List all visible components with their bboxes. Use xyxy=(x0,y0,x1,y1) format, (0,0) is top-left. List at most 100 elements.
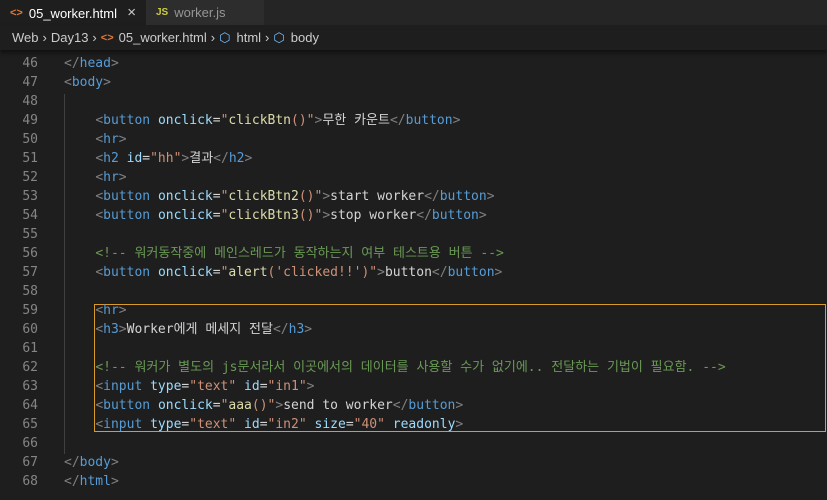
code-line[interactable]: 56 <!-- 워커동작중에 메인스레드가 동작하는지 여부 테스트용 버튼 -… xyxy=(0,244,827,263)
code-token: > xyxy=(275,398,284,413)
code-line[interactable]: 57 <button onclick="alert('clicked!!')">… xyxy=(0,263,827,282)
breadcrumb-item-html[interactable]: html xyxy=(236,30,261,45)
code-line[interactable]: 48 xyxy=(0,92,827,111)
tab-worker-js[interactable]: JS worker.js xyxy=(146,0,264,25)
code-token: > xyxy=(486,189,495,204)
code-token: button xyxy=(408,398,456,413)
code-line[interactable]: 58 xyxy=(0,282,827,301)
code-line[interactable]: 49 <button onclick="clickBtn()">무한 카운트</… xyxy=(0,111,827,130)
chevron-right-icon: › xyxy=(265,30,270,45)
code-text: <!-- 워커동작중에 메인스레드가 동작하는지 여부 테스트용 버튼 --> xyxy=(64,244,504,263)
code-line[interactable]: 46 </head> xyxy=(0,54,827,73)
code-token: > xyxy=(455,417,464,432)
code-line[interactable]: 50 <hr> xyxy=(0,130,827,149)
code-token: > xyxy=(110,455,119,470)
code-text: <button onclick="aaa()">send to worker</… xyxy=(64,396,463,415)
code-text: <!-- 워커가 별도의 js문서라서 이곳에서의 데이터를 사용할 수가 없기… xyxy=(64,358,726,377)
code-line[interactable]: 60 <h3>Worker에게 메세지 전달</h3> xyxy=(0,320,827,339)
code-token: body xyxy=(79,455,111,470)
code-token: ()" xyxy=(298,208,323,223)
code-token: input xyxy=(103,417,143,432)
line-number: 63 xyxy=(22,379,38,394)
code-line[interactable]: 61 xyxy=(0,339,827,358)
breadcrumb-item-body[interactable]: body xyxy=(291,30,319,45)
code-token: ()" xyxy=(291,113,315,128)
code-line[interactable]: 47 <body> xyxy=(0,73,827,92)
breadcrumb-item-file[interactable]: 05_worker.html xyxy=(119,30,207,45)
code-text: <button onclick="clickBtn2()">start work… xyxy=(64,187,495,206)
line-number: 49 xyxy=(22,113,38,128)
element-cube-icon: ⬡ xyxy=(219,29,231,45)
close-icon[interactable]: × xyxy=(127,4,136,21)
code-token: onclick xyxy=(157,189,213,204)
code-token: > xyxy=(103,75,111,90)
line-number: 55 xyxy=(22,227,38,242)
code-token: <!-- 워커동작중에 메인스레드가 동작하는지 여부 테스트용 버튼 --> xyxy=(95,246,504,261)
code-line[interactable]: 63 <input type="text" id="in1"> xyxy=(0,377,827,396)
code-token: > xyxy=(118,303,127,318)
code-token: button xyxy=(103,208,151,223)
code-line[interactable]: 68 </html> xyxy=(0,472,827,491)
code-token: clickBtn xyxy=(228,113,292,128)
code-line[interactable]: 53 <button onclick="clickBtn2()">start w… xyxy=(0,187,827,206)
code-token: input xyxy=(103,379,143,394)
tab-label: worker.js xyxy=(174,5,226,20)
code-line[interactable]: 54 <button onclick="clickBtn3()">stop wo… xyxy=(0,206,827,225)
code-token: </ xyxy=(64,474,80,489)
code-token: > xyxy=(304,322,313,337)
breadcrumb-item-web[interactable]: Web xyxy=(12,30,39,45)
line-number: 56 xyxy=(22,246,38,261)
code-token: button xyxy=(405,113,453,128)
code-text: </head> xyxy=(64,54,119,73)
code-token: <!-- 워커가 별도의 js문서라서 이곳에서의 데이터를 사용할 수가 없기… xyxy=(95,360,726,375)
code-text: <h3>Worker에게 메세지 전달</h3> xyxy=(64,320,312,339)
code-token: < xyxy=(95,189,104,204)
code-token: < xyxy=(95,265,104,280)
code-token: < xyxy=(95,417,104,432)
code-token: 무한 카운트 xyxy=(322,113,390,128)
code-token: > xyxy=(455,398,464,413)
code-token: "40" xyxy=(353,417,385,432)
code-token: </ xyxy=(389,113,406,128)
code-line[interactable]: 62 <!-- 워커가 별도의 js문서라서 이곳에서의 데이터를 사용할 수가… xyxy=(0,358,827,377)
code-line[interactable]: 52 <hr> xyxy=(0,168,827,187)
code-token: </ xyxy=(64,455,80,470)
breadcrumb-item-day13[interactable]: Day13 xyxy=(51,30,89,45)
code-token: "in1" xyxy=(267,379,307,394)
code-line[interactable]: 66 xyxy=(0,434,827,453)
code-token: button xyxy=(103,265,151,280)
line-number: 58 xyxy=(22,284,38,299)
code-token: > xyxy=(478,208,487,223)
code-token: < xyxy=(95,398,104,413)
code-line[interactable]: 64 <button onclick="aaa()">send to worke… xyxy=(0,396,827,415)
code-editor[interactable]: 46 </head> 47 <body> 48 49 <button onclick="c… xyxy=(0,50,827,500)
tab-05-worker-html[interactable]: <> 05_worker.html × xyxy=(0,0,146,25)
code-token: < xyxy=(95,208,104,223)
code-line[interactable]: 67 </body> xyxy=(0,453,827,472)
code-token: button xyxy=(439,189,487,204)
code-line[interactable]: 59 <hr> xyxy=(0,301,827,320)
code-line[interactable]: 55 xyxy=(0,225,827,244)
code-token: id xyxy=(244,379,260,394)
line-number: 60 xyxy=(22,322,38,337)
code-line[interactable]: 65 <input type="text" id="in2" size="40"… xyxy=(0,415,827,434)
code-token: hr xyxy=(103,170,119,185)
code-token: ()" xyxy=(298,189,323,204)
code-line[interactable]: 51 <h2 id="hh">결과</h2> xyxy=(0,149,827,168)
line-number: 59 xyxy=(22,303,38,318)
element-cube-icon: ⬡ xyxy=(273,29,285,45)
